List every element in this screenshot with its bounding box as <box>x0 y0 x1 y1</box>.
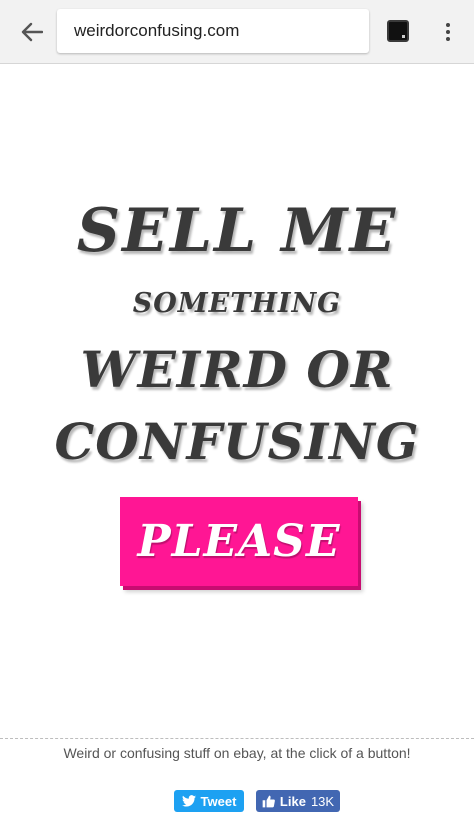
back-button[interactable] <box>14 16 50 48</box>
address-bar[interactable]: weirdorconfusing.com <box>57 9 369 53</box>
facebook-like-button[interactable]: Like 13K <box>256 790 340 812</box>
more-vert-icon <box>446 23 450 27</box>
thumbs-up-icon <box>262 795 275 807</box>
headline-confusing: CONFUSING <box>54 412 420 471</box>
arrow-left-icon <box>21 22 43 42</box>
more-menu-button[interactable] <box>436 16 460 48</box>
headline-weird-or: WEIRD OR <box>80 340 394 399</box>
headline-something: SOMETHING <box>132 288 342 319</box>
tweet-button[interactable]: Tweet <box>174 790 244 812</box>
twitter-bird-icon <box>181 795 196 807</box>
footer-divider <box>0 738 474 739</box>
tab-switcher-icon <box>387 20 409 42</box>
footer-tagline: Weird or confusing stuff on ebay, at the… <box>63 745 411 761</box>
please-button[interactable]: PLEASE <box>120 497 358 586</box>
tweet-label: Tweet <box>200 793 237 809</box>
like-label: Like <box>279 793 306 809</box>
tab-switcher-button[interactable] <box>385 18 411 44</box>
please-button-label: PLEASE <box>137 516 341 567</box>
url-text: weirdorconfusing.com <box>74 21 240 40</box>
headline-sell-me: SELL ME <box>76 196 398 266</box>
browser-toolbar: weirdorconfusing.com <box>0 0 474 64</box>
like-count: 13K <box>310 793 335 809</box>
